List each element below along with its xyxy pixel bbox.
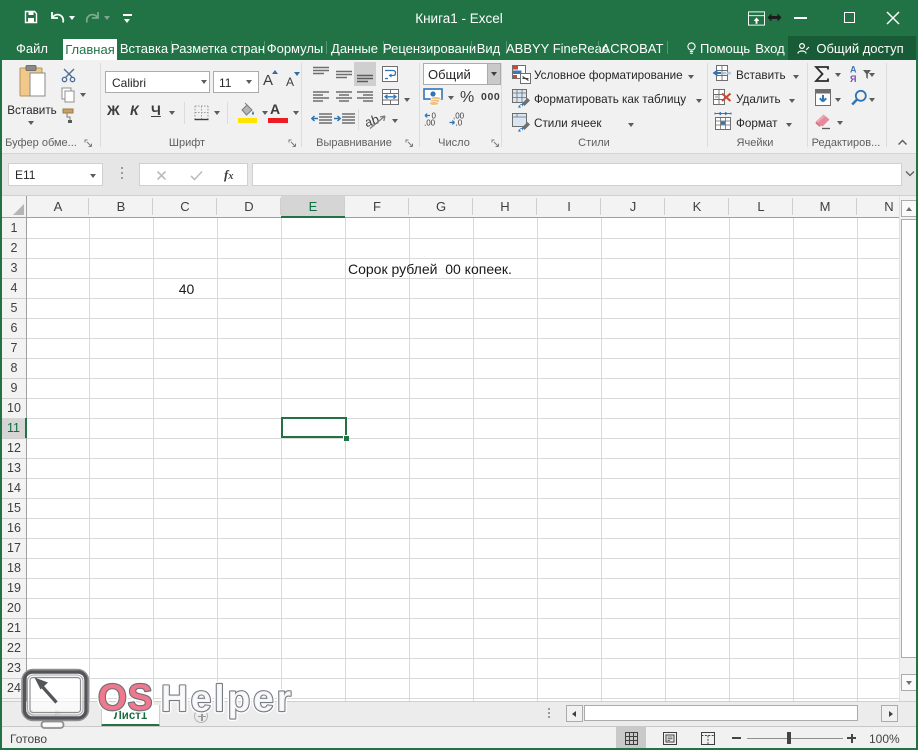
svg-text:А: А xyxy=(850,65,857,75)
svg-text:,0: ,0 xyxy=(456,119,463,127)
svg-text:OS: OS xyxy=(98,677,153,718)
svg-text:Я: Я xyxy=(850,74,856,84)
svg-text:,00: ,00 xyxy=(424,119,436,127)
svg-text:Helper: Helper xyxy=(161,678,294,719)
